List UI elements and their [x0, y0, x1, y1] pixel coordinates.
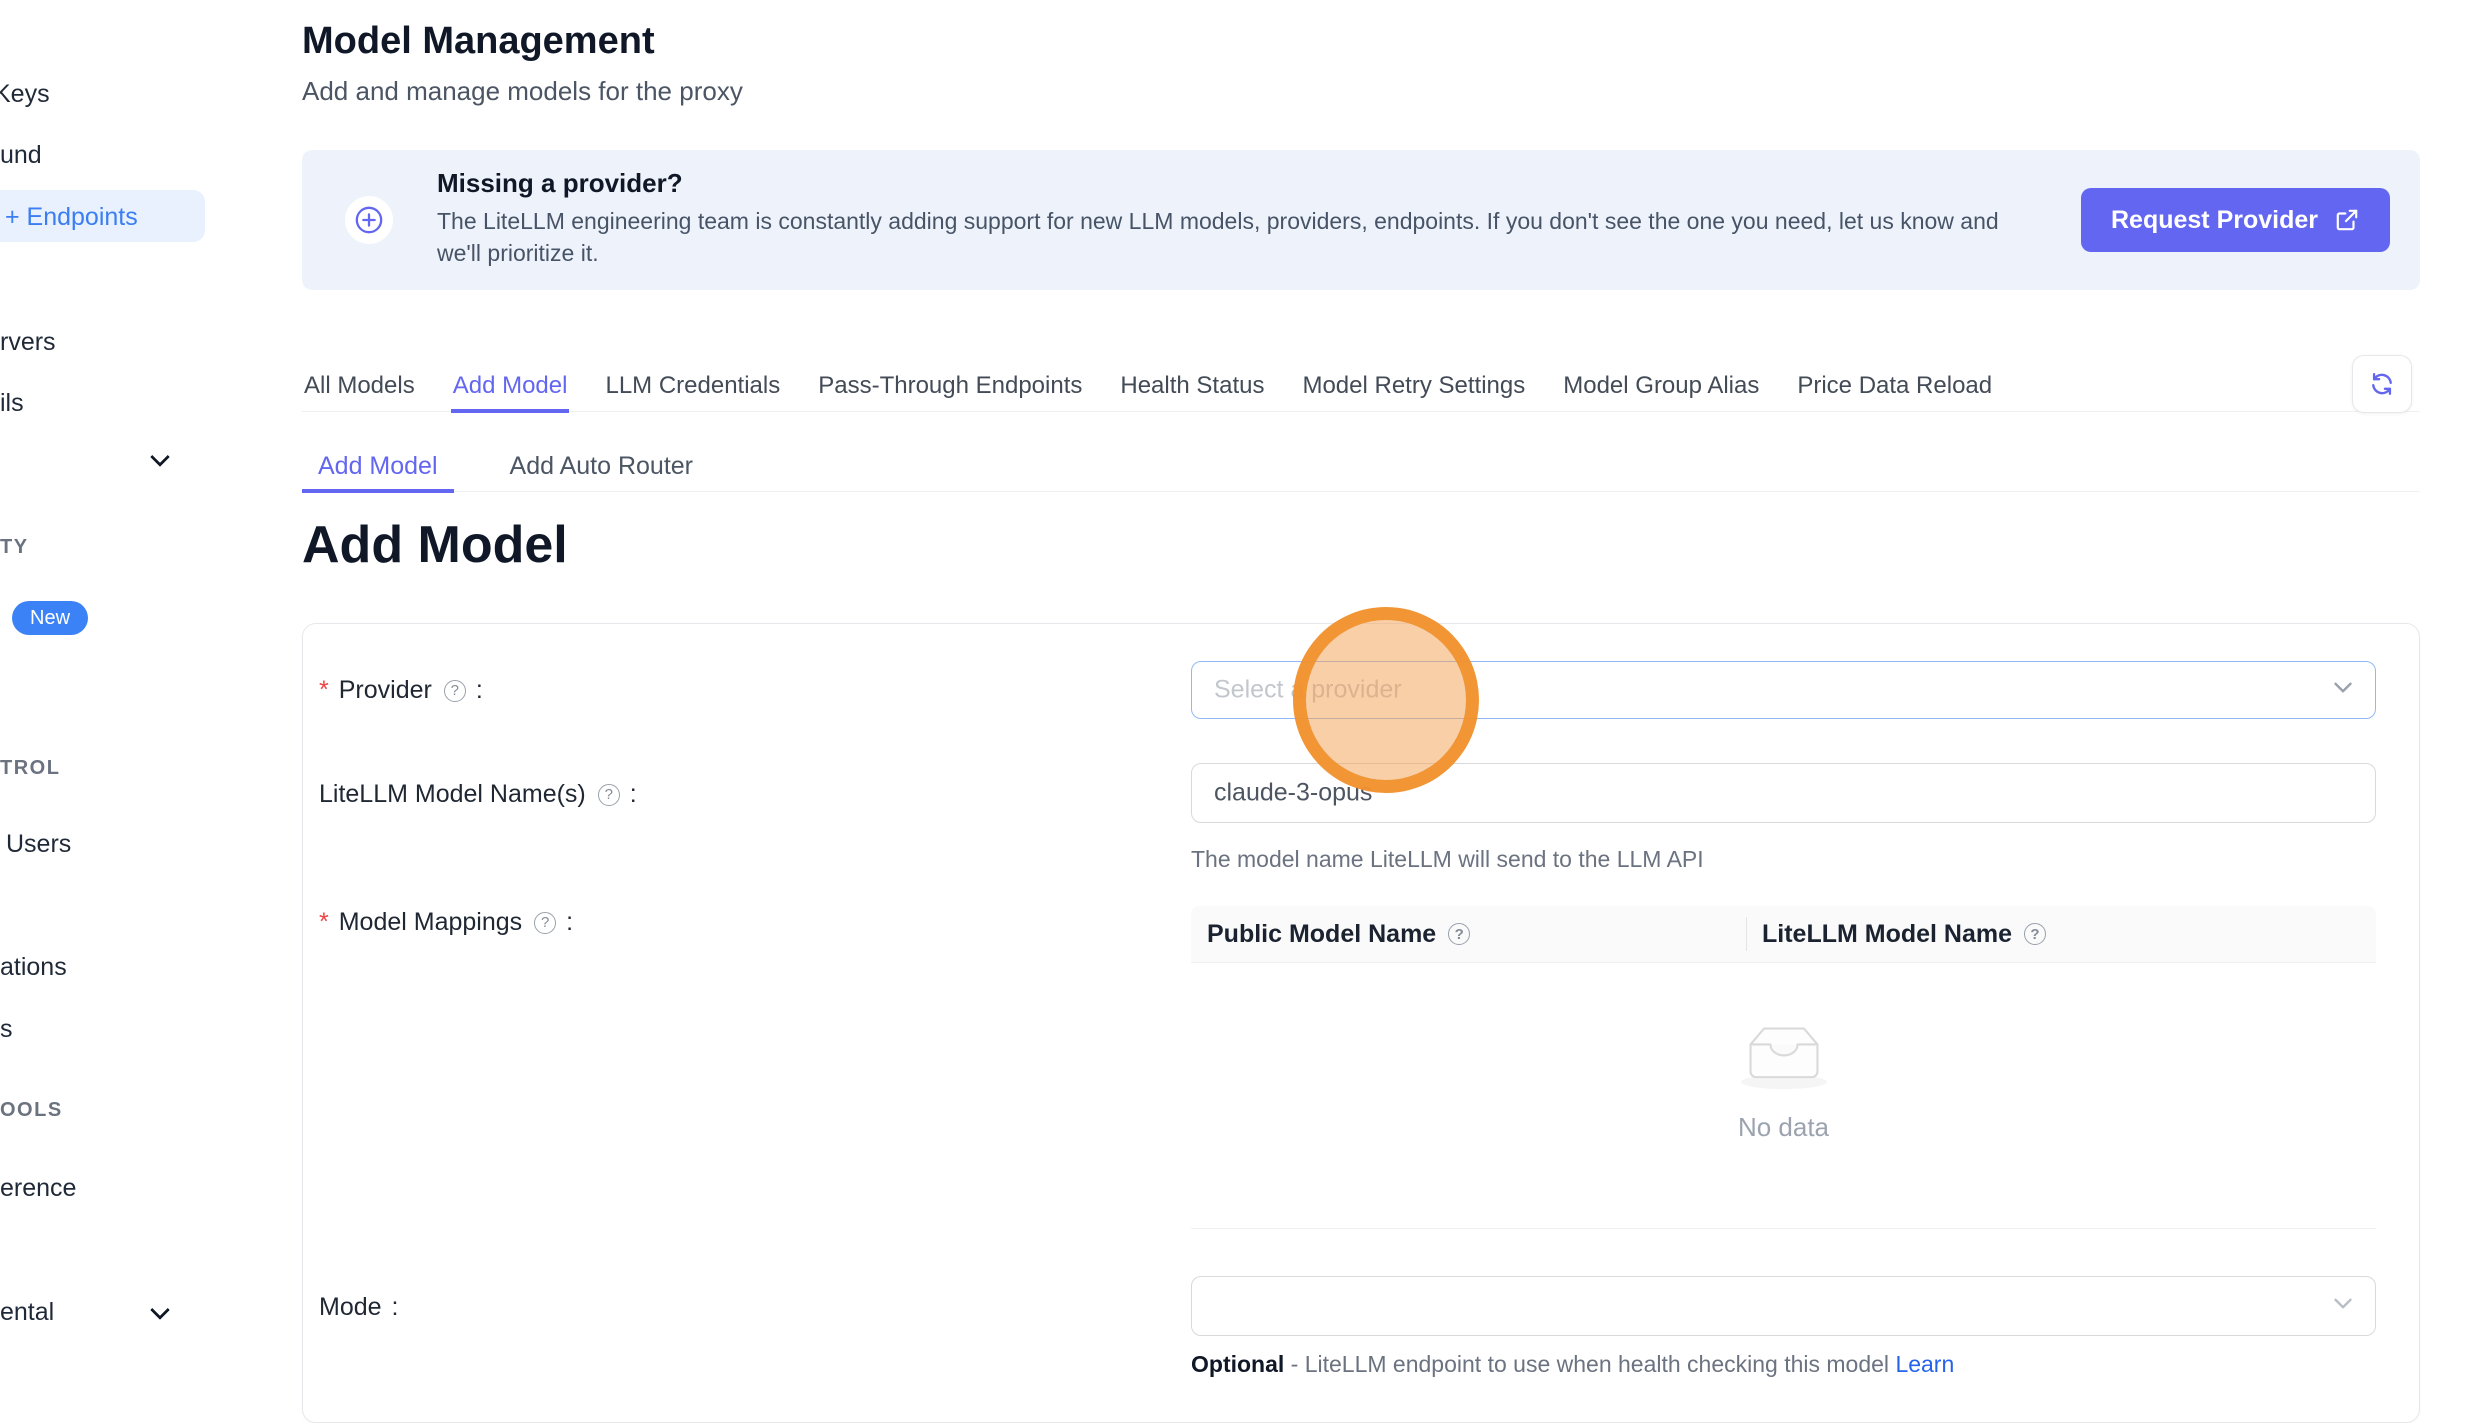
sidebar-item-users[interactable]: Users: [6, 830, 71, 859]
litellm-model-name-value: claude-3-opus: [1214, 779, 1372, 808]
tab-pass-through-endpoints[interactable]: Pass-Through Endpoints: [816, 362, 1084, 411]
sidebar-item-reference[interactable]: erence: [0, 1174, 76, 1203]
litellm-model-name-label-text: LiteLLM Model Name(s): [319, 780, 586, 809]
litellm-model-name-input[interactable]: claude-3-opus: [1191, 763, 2376, 823]
add-model-form-card: * Provider ? : Select a provider LiteLLM…: [302, 623, 2420, 1423]
litellm-model-name-help: The model name LiteLLM will send to the …: [1191, 846, 1704, 873]
help-question-icon[interactable]: ?: [534, 912, 556, 934]
label-colon: :: [476, 676, 483, 705]
required-marker: *: [319, 676, 329, 705]
provider-select-placeholder: Select a provider: [1214, 676, 1402, 705]
sidebar-item-playground[interactable]: und: [0, 141, 42, 170]
banner-body-line2: we'll prioritize it.: [437, 240, 599, 267]
request-provider-button[interactable]: Request Provider: [2081, 188, 2390, 252]
provider-label-text: Provider: [339, 676, 432, 705]
mode-help: Optional - LiteLLM endpoint to use when …: [1191, 1351, 1954, 1378]
sidebar-section-header: OOLS: [0, 1099, 63, 1122]
tab-model-retry-settings[interactable]: Model Retry Settings: [1300, 362, 1527, 411]
empty-box-icon: [1733, 1015, 1835, 1098]
sidebar-item-servers[interactable]: rvers: [0, 328, 56, 357]
tab-model-group-alias[interactable]: Model Group Alias: [1561, 362, 1761, 411]
model-management-tabs: All Models Add Model LLM Credentials Pas…: [302, 362, 2420, 412]
column-header-text: Public Model Name: [1207, 920, 1436, 949]
page-subtitle: Add and manage models for the proxy: [302, 76, 743, 107]
help-question-icon[interactable]: ?: [598, 784, 620, 806]
mode-label: Mode :: [319, 1293, 399, 1322]
help-question-icon[interactable]: ?: [2024, 923, 2046, 945]
learn-link[interactable]: Learn: [1895, 1351, 1954, 1377]
mode-select[interactable]: [1191, 1276, 2376, 1336]
subtab-add-auto-router[interactable]: Add Auto Router: [494, 438, 709, 491]
column-divider: [1746, 917, 1747, 951]
tab-add-model[interactable]: Add Model: [451, 362, 570, 413]
model-mappings-label: * Model Mappings ? :: [319, 908, 573, 937]
sidebar-item-organizations[interactable]: ations: [0, 953, 67, 982]
required-marker: *: [319, 908, 329, 937]
banner-body-line1: The LiteLLM engineering team is constant…: [437, 208, 1999, 235]
model-mappings-label-text: Model Mappings: [339, 908, 522, 937]
provider-select[interactable]: Select a provider: [1191, 661, 2376, 719]
external-link-icon: [2334, 207, 2360, 233]
chevron-down-icon[interactable]: [152, 1303, 167, 1318]
column-litellm-model-name: LiteLLM Model Name ?: [1746, 906, 2046, 962]
new-badge: New: [12, 601, 88, 635]
label-colon: :: [566, 908, 573, 937]
sidebar-item-models-endpoints-label[interactable]: + Endpoints: [5, 203, 138, 232]
sidebar-section-header: TY: [0, 536, 29, 559]
tab-health-status[interactable]: Health Status: [1118, 362, 1266, 411]
label-colon: :: [630, 780, 637, 809]
sidebar-item-teams[interactable]: s: [0, 1015, 13, 1044]
tab-price-data-reload[interactable]: Price Data Reload: [1795, 362, 1994, 411]
chevron-down-icon: [2331, 1292, 2355, 1321]
model-mappings-table-header: Public Model Name ? LiteLLM Model Name ?: [1191, 906, 2376, 963]
column-header-text: LiteLLM Model Name: [1762, 920, 2012, 949]
tab-llm-credentials[interactable]: LLM Credentials: [603, 362, 782, 411]
missing-provider-banner: Missing a provider? The LiteLLM engineer…: [302, 150, 2420, 290]
sidebar-section-header: TROL: [0, 757, 60, 780]
sidebar-item-keys[interactable]: Keys: [0, 80, 50, 109]
label-colon: :: [392, 1293, 399, 1322]
optional-text: Optional: [1191, 1351, 1284, 1377]
refresh-icon: [2368, 370, 2396, 398]
sidebar-item-guardrails[interactable]: ils: [0, 389, 24, 418]
request-provider-label: Request Provider: [2111, 206, 2318, 235]
sidebar: Keys und + Endpoints rvers ils TY New TR…: [0, 0, 300, 1385]
model-mappings-table-body: No data: [1191, 963, 2376, 1229]
provider-label: * Provider ? :: [319, 676, 483, 705]
mode-help-text: - LiteLLM endpoint to use when health ch…: [1284, 1351, 1895, 1377]
plus-circle-icon: [345, 196, 393, 244]
refresh-button[interactable]: [2352, 355, 2412, 413]
add-model-subtabs: Add Model Add Auto Router: [302, 438, 2420, 492]
banner-title: Missing a provider?: [437, 168, 683, 199]
add-model-heading: Add Model: [302, 515, 568, 575]
column-public-model-name: Public Model Name ?: [1191, 906, 1746, 962]
chevron-down-icon[interactable]: [152, 450, 167, 465]
model-mappings-table: Public Model Name ? LiteLLM Model Name ?…: [1191, 906, 2376, 1229]
empty-state: No data: [1191, 1015, 2376, 1143]
no-data-text: No data: [1191, 1112, 2376, 1143]
mode-label-text: Mode: [319, 1293, 382, 1322]
tab-all-models[interactable]: All Models: [302, 362, 417, 411]
help-question-icon[interactable]: ?: [1448, 923, 1470, 945]
subtab-add-model[interactable]: Add Model: [302, 438, 454, 493]
sidebar-item-experimental[interactable]: ental: [0, 1298, 54, 1327]
litellm-model-name-label: LiteLLM Model Name(s) ? :: [319, 780, 637, 809]
help-question-icon[interactable]: ?: [444, 680, 466, 702]
chevron-down-icon: [2331, 676, 2355, 705]
page-title: Model Management: [302, 20, 655, 63]
